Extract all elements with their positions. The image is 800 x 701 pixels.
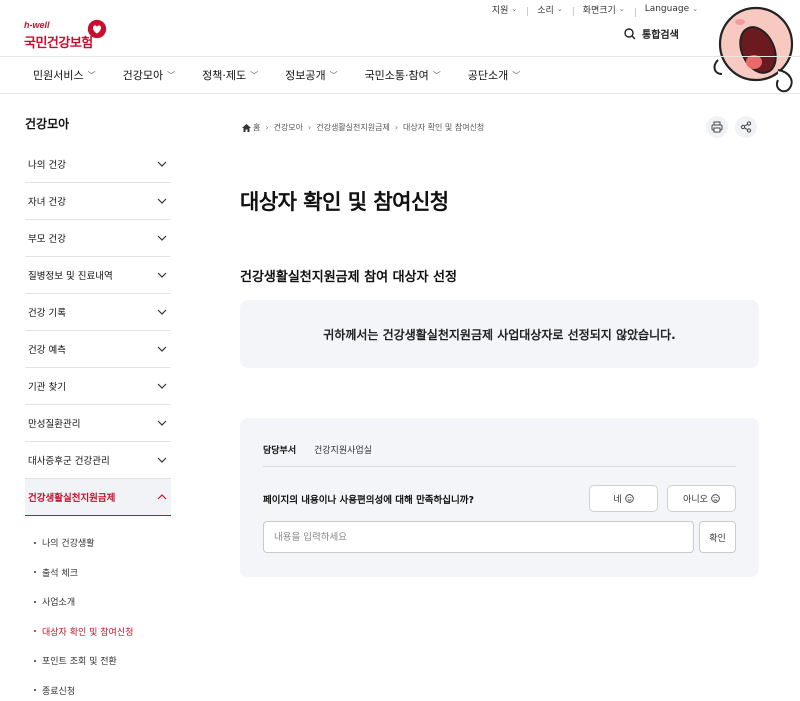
- utility-item-language[interactable]: Language ⌄: [634, 4, 708, 17]
- chevron-down-icon: [157, 420, 167, 426]
- sidebar: 건강모아 나의 건강 자녀 건강 부모 건강 질병정보 및 진료내역 건강 기록…: [25, 110, 171, 701]
- yes-button[interactable]: 네: [589, 485, 658, 512]
- sidebar-sub-list: 나의 건강생활 출석 체크 사업소개 대상자 확인 및 참여신청 포인트 조회 …: [25, 516, 171, 701]
- breadcrumb-item[interactable]: 건강모아: [274, 122, 303, 133]
- chevron-down-icon: ﹀: [250, 70, 259, 80]
- sidebar-sub-item[interactable]: 출석 체크: [25, 558, 171, 588]
- chevron-right-icon: ›: [308, 123, 312, 132]
- site-logo[interactable]: h-well 국민건강보험: [24, 18, 114, 51]
- chevron-down-icon: ﹀: [512, 70, 521, 80]
- result-notice: 귀하께서는 건강생활실천지원금제 사업대상자로 선정되지 않았습니다.: [240, 300, 759, 368]
- section-title: 건강생활실천지원금제 참여 대상자 선정: [240, 270, 457, 285]
- page-title: 대상자 확인 및 참여신청: [240, 190, 449, 214]
- integrated-search[interactable]: 통합검색: [624, 26, 679, 41]
- bullet-icon: [34, 689, 36, 692]
- sidebar-item-metabolic-syndrome[interactable]: 대사증후군 건강관리: [25, 442, 171, 479]
- utility-item-sound[interactable]: 소리 ⌄: [527, 3, 572, 16]
- chevron-down-icon: ﹀: [329, 70, 338, 80]
- gnb-item-health-moa[interactable]: 건강모아 ﹀: [123, 67, 175, 83]
- print-button[interactable]: [706, 116, 728, 138]
- print-icon: [711, 121, 723, 133]
- sidebar-item-child-health[interactable]: 자녀 건강: [25, 183, 171, 220]
- survey-question: 페이지의 내용이나 사용편의성에 대해 만족하십니까?: [263, 495, 475, 506]
- chevron-down-icon: ⌄: [556, 5, 563, 13]
- gnb-item-civil-service[interactable]: 민원서비스 ﹀: [33, 67, 96, 83]
- gnb-item-policy[interactable]: 정책·제도 ﹀: [202, 67, 258, 83]
- utility-item-zoom[interactable]: 화면크기 ⌄: [572, 3, 635, 16]
- gnb-item-about[interactable]: 공단소개 ﹀: [468, 67, 520, 83]
- breadcrumb: 홈 › 건강모아 › 건강생활실천지원금제 › 대상자 확인 및 참여신청: [242, 122, 484, 133]
- logo-title: 국민건강보험: [24, 36, 93, 51]
- gnb-item-communication[interactable]: 국민소통·참여 ﹀: [365, 67, 441, 83]
- sidebar-sub-item[interactable]: 사업소개: [25, 587, 171, 617]
- satisfaction-survey: 담당부서 건강지원사업실 페이지의 내용이나 사용편의성에 대해 만족하십니까?…: [240, 418, 759, 577]
- logo-subtitle: h-well: [24, 20, 50, 30]
- chevron-down-icon: ﹀: [167, 70, 176, 80]
- dept-label: 담당부서: [263, 446, 297, 456]
- chevron-down-icon: [157, 272, 167, 278]
- survey-divider: [263, 466, 736, 467]
- sidebar-sub-item[interactable]: 종료신청: [25, 676, 171, 701]
- bullet-icon: [34, 571, 36, 574]
- breadcrumb-item[interactable]: 건강생활실천지원금제: [316, 122, 390, 133]
- bullet-icon: [34, 541, 36, 544]
- chevron-down-icon: [157, 346, 167, 352]
- search-label: 통합검색: [642, 30, 679, 41]
- home-icon: [242, 123, 251, 132]
- page-tools: [706, 116, 757, 138]
- share-icon: [740, 121, 752, 133]
- bullet-icon: [34, 600, 36, 603]
- frown-icon: [711, 494, 720, 503]
- sidebar-item-disease-info[interactable]: 질병정보 및 진료내역: [25, 257, 171, 294]
- chevron-down-icon: [157, 383, 167, 389]
- sidebar-sub-item-current[interactable]: 대상자 확인 및 참여신청: [25, 617, 171, 647]
- global-navigation: 민원서비스 ﹀ 건강모아 ﹀ 정책·제도 ﹀ 정보공개 ﹀ 국민소통·참여 ﹀ 공단소개 ﹀: [0, 57, 800, 93]
- chevron-down-icon: [157, 309, 167, 315]
- gnb-divider: [0, 93, 800, 94]
- search-icon: [624, 27, 636, 39]
- chevron-down-icon: ﹀: [432, 70, 441, 80]
- sidebar-item-find-institution[interactable]: 기관 찾기: [25, 368, 171, 405]
- feedback-input[interactable]: [263, 521, 694, 553]
- sidebar-title: 건강모아: [25, 117, 70, 131]
- submit-button[interactable]: 확인: [699, 521, 736, 553]
- share-button[interactable]: [735, 116, 757, 138]
- chevron-down-icon: [157, 198, 167, 204]
- gnb-item-info-disclosure[interactable]: 정보공개 ﹀: [285, 67, 337, 83]
- sidebar-sub-item[interactable]: 나의 건강생활: [25, 528, 171, 558]
- sidebar-sub-item[interactable]: 포인트 조회 및 전환: [25, 646, 171, 676]
- chevron-down-icon: ﹀: [87, 70, 96, 80]
- chevron-down-icon: ⌄: [511, 5, 518, 13]
- sidebar-item-parent-health[interactable]: 부모 건강: [25, 220, 171, 257]
- smile-icon: [624, 494, 634, 503]
- chevron-right-icon: ›: [265, 123, 269, 132]
- sidebar-item-my-health[interactable]: 나의 건강: [25, 146, 171, 183]
- utility-item-support[interactable]: 지원 ⌄: [482, 3, 527, 16]
- breadcrumb-home[interactable]: 홈: [242, 122, 260, 133]
- sidebar-item-health-incentive[interactable]: 건강생활실천지원금제: [25, 479, 171, 516]
- chevron-down-icon: ⌄: [618, 5, 625, 13]
- dept-value: 건강지원사업실: [314, 446, 372, 456]
- no-button[interactable]: 아니오: [667, 485, 736, 512]
- chevron-up-icon: [157, 494, 167, 500]
- heart-logo-icon: [87, 19, 107, 39]
- chevron-down-icon: [157, 161, 167, 167]
- chevron-down-icon: [157, 457, 167, 463]
- sidebar-item-health-record[interactable]: 건강 기록: [25, 294, 171, 331]
- breadcrumb-item-current: 대상자 확인 및 참여신청: [403, 123, 485, 132]
- bullet-icon: [34, 630, 36, 633]
- sidebar-item-chronic-disease[interactable]: 만성질환관리: [25, 405, 171, 442]
- chevron-down-icon: ⌄: [692, 5, 698, 13]
- chevron-right-icon: ›: [394, 123, 399, 132]
- notice-text: 귀하께서는 건강생활실천지원금제 사업대상자로 선정되지 않았습니다.: [323, 327, 676, 342]
- bullet-icon: [34, 659, 36, 662]
- chevron-down-icon: [157, 235, 167, 241]
- utility-bar: 지원 ⌄ 소리 ⌄ 화면크기 ⌄ Language ⌄: [482, 0, 708, 18]
- sidebar-item-health-prediction[interactable]: 건강 예측: [25, 331, 171, 368]
